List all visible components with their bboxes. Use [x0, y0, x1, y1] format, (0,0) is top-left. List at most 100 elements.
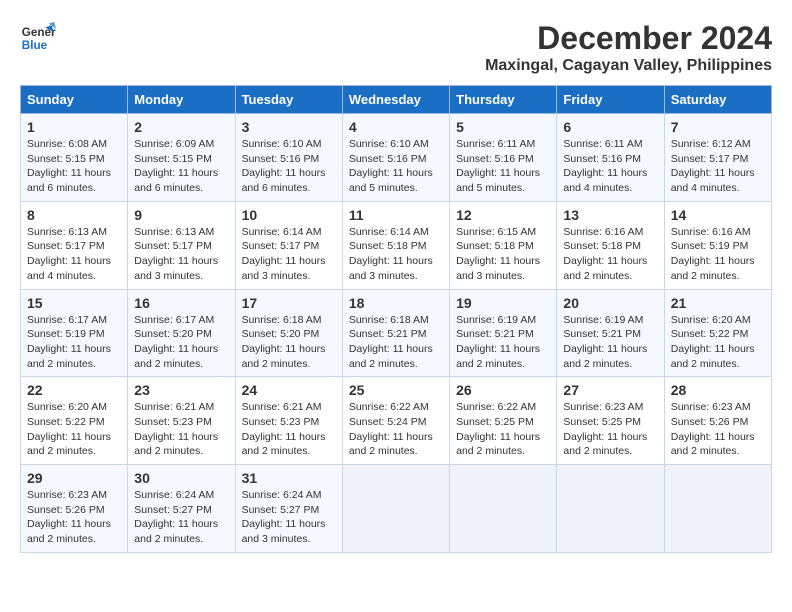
- day-header: Wednesday: [342, 86, 449, 114]
- day-header: Thursday: [450, 86, 557, 114]
- day-detail: Sunrise: 6:24 AMSunset: 5:27 PMDaylight:…: [242, 488, 336, 547]
- day-detail: Sunrise: 6:13 AMSunset: 5:17 PMDaylight:…: [27, 225, 121, 284]
- calendar-day-cell: 15 Sunrise: 6:17 AMSunset: 5:19 PMDayligh…: [21, 289, 128, 377]
- day-detail: Sunrise: 6:19 AMSunset: 5:21 PMDaylight:…: [456, 313, 550, 372]
- title-area: December 2024 Maxingal, Cagayan Valley, …: [485, 20, 772, 75]
- day-number: 6: [563, 119, 657, 135]
- calendar-day-cell: 9 Sunrise: 6:13 AMSunset: 5:17 PMDaylight…: [128, 201, 235, 289]
- day-number: 22: [27, 382, 121, 398]
- day-number: 10: [242, 207, 336, 223]
- calendar-day-cell: 4 Sunrise: 6:10 AMSunset: 5:16 PMDaylight…: [342, 114, 449, 202]
- day-detail: Sunrise: 6:22 AMSunset: 5:24 PMDaylight:…: [349, 400, 443, 459]
- day-detail: Sunrise: 6:18 AMSunset: 5:21 PMDaylight:…: [349, 313, 443, 372]
- day-header: Friday: [557, 86, 664, 114]
- day-number: 24: [242, 382, 336, 398]
- calendar-day-cell: 30 Sunrise: 6:24 AMSunset: 5:27 PMDayligh…: [128, 465, 235, 553]
- day-number: 29: [27, 470, 121, 486]
- day-number: 2: [134, 119, 228, 135]
- day-detail: Sunrise: 6:17 AMSunset: 5:20 PMDaylight:…: [134, 313, 228, 372]
- day-number: 23: [134, 382, 228, 398]
- calendar-header-row: SundayMondayTuesdayWednesdayThursdayFrid…: [21, 86, 772, 114]
- day-detail: Sunrise: 6:13 AMSunset: 5:17 PMDaylight:…: [134, 225, 228, 284]
- day-detail: Sunrise: 6:23 AMSunset: 5:26 PMDaylight:…: [671, 400, 765, 459]
- calendar-week-row: 8Sunrise: 6:13 AMSunset: 5:17 PMDaylight…: [21, 201, 772, 289]
- day-number: 4: [349, 119, 443, 135]
- day-number: 27: [563, 382, 657, 398]
- day-detail: Sunrise: 6:15 AMSunset: 5:18 PMDaylight:…: [456, 225, 550, 284]
- day-number: 9: [134, 207, 228, 223]
- day-detail: Sunrise: 6:20 AMSunset: 5:22 PMDaylight:…: [27, 400, 121, 459]
- day-detail: Sunrise: 6:23 AMSunset: 5:25 PMDaylight:…: [563, 400, 657, 459]
- day-header: Sunday: [21, 86, 128, 114]
- calendar-day-cell: [664, 465, 771, 553]
- location-title: Maxingal, Cagayan Valley, Philippines: [485, 57, 772, 75]
- calendar-day-cell: 27 Sunrise: 6:23 AMSunset: 5:25 PMDayligh…: [557, 377, 664, 465]
- day-detail: Sunrise: 6:08 AMSunset: 5:15 PMDaylight:…: [27, 137, 121, 196]
- day-number: 28: [671, 382, 765, 398]
- calendar-day-cell: 20 Sunrise: 6:19 AMSunset: 5:21 PMDayligh…: [557, 289, 664, 377]
- day-number: 17: [242, 295, 336, 311]
- day-number: 3: [242, 119, 336, 135]
- calendar-day-cell: 13Sunrise: 6:16 AMSunset: 5:18 PMDayligh…: [557, 201, 664, 289]
- header: General Blue December 2024 Maxingal, Cag…: [20, 20, 772, 75]
- calendar-body: 1 Sunrise: 6:08 AMSunset: 5:15 PMDaylight…: [21, 114, 772, 553]
- calendar-week-row: 1 Sunrise: 6:08 AMSunset: 5:15 PMDaylight…: [21, 114, 772, 202]
- day-detail: Sunrise: 6:21 AMSunset: 5:23 PMDaylight:…: [134, 400, 228, 459]
- calendar-day-cell: 7 Sunrise: 6:12 AMSunset: 5:17 PMDaylight…: [664, 114, 771, 202]
- day-detail: Sunrise: 6:21 AMSunset: 5:23 PMDaylight:…: [242, 400, 336, 459]
- calendar-day-cell: 25 Sunrise: 6:22 AMSunset: 5:24 PMDayligh…: [342, 377, 449, 465]
- day-number: 21: [671, 295, 765, 311]
- day-number: 5: [456, 119, 550, 135]
- day-detail: Sunrise: 6:20 AMSunset: 5:22 PMDaylight:…: [671, 313, 765, 372]
- day-number: 30: [134, 470, 228, 486]
- calendar-day-cell: 6 Sunrise: 6:11 AMSunset: 5:16 PMDaylight…: [557, 114, 664, 202]
- logo-icon: General Blue: [20, 20, 56, 56]
- calendar-week-row: 29Sunrise: 6:23 AMSunset: 5:26 PMDayligh…: [21, 465, 772, 553]
- day-number: 7: [671, 119, 765, 135]
- day-detail: Sunrise: 6:22 AMSunset: 5:25 PMDaylight:…: [456, 400, 550, 459]
- calendar-day-cell: [342, 465, 449, 553]
- calendar-day-cell: 3Sunrise: 6:10 AMSunset: 5:16 PMDaylight…: [235, 114, 342, 202]
- calendar-week-row: 15 Sunrise: 6:17 AMSunset: 5:19 PMDayligh…: [21, 289, 772, 377]
- day-detail: Sunrise: 6:09 AMSunset: 5:15 PMDaylight:…: [134, 137, 228, 196]
- svg-text:Blue: Blue: [22, 39, 48, 52]
- calendar-table: SundayMondayTuesdayWednesdayThursdayFrid…: [20, 85, 772, 553]
- calendar-day-cell: 11 Sunrise: 6:14 AMSunset: 5:18 PMDayligh…: [342, 201, 449, 289]
- day-detail: Sunrise: 6:12 AMSunset: 5:17 PMDaylight:…: [671, 137, 765, 196]
- day-detail: Sunrise: 6:10 AMSunset: 5:16 PMDaylight:…: [349, 137, 443, 196]
- day-detail: Sunrise: 6:19 AMSunset: 5:21 PMDaylight:…: [563, 313, 657, 372]
- calendar-day-cell: 2 Sunrise: 6:09 AMSunset: 5:15 PMDaylight…: [128, 114, 235, 202]
- calendar-day-cell: 1 Sunrise: 6:08 AMSunset: 5:15 PMDaylight…: [21, 114, 128, 202]
- day-detail: Sunrise: 6:11 AMSunset: 5:16 PMDaylight:…: [456, 137, 550, 196]
- day-number: 1: [27, 119, 121, 135]
- day-number: 26: [456, 382, 550, 398]
- day-number: 31: [242, 470, 336, 486]
- logo: General Blue: [20, 20, 56, 56]
- calendar-day-cell: [450, 465, 557, 553]
- day-number: 16: [134, 295, 228, 311]
- day-number: 12: [456, 207, 550, 223]
- day-detail: Sunrise: 6:14 AMSunset: 5:17 PMDaylight:…: [242, 225, 336, 284]
- day-detail: Sunrise: 6:11 AMSunset: 5:16 PMDaylight:…: [563, 137, 657, 196]
- calendar-day-cell: 31 Sunrise: 6:24 AMSunset: 5:27 PMDayligh…: [235, 465, 342, 553]
- day-number: 11: [349, 207, 443, 223]
- day-number: 19: [456, 295, 550, 311]
- day-number: 20: [563, 295, 657, 311]
- calendar-day-cell: 23 Sunrise: 6:21 AMSunset: 5:23 PMDayligh…: [128, 377, 235, 465]
- day-detail: Sunrise: 6:14 AMSunset: 5:18 PMDaylight:…: [349, 225, 443, 284]
- calendar-day-cell: 18 Sunrise: 6:18 AMSunset: 5:21 PMDayligh…: [342, 289, 449, 377]
- day-detail: Sunrise: 6:18 AMSunset: 5:20 PMDaylight:…: [242, 313, 336, 372]
- calendar-day-cell: 14Sunrise: 6:16 AMSunset: 5:19 PMDayligh…: [664, 201, 771, 289]
- day-detail: Sunrise: 6:16 AMSunset: 5:18 PMDaylight:…: [563, 225, 657, 284]
- calendar-day-cell: 22 Sunrise: 6:20 AMSunset: 5:22 PMDayligh…: [21, 377, 128, 465]
- calendar-day-cell: 28 Sunrise: 6:23 AMSunset: 5:26 PMDayligh…: [664, 377, 771, 465]
- calendar-day-cell: 10 Sunrise: 6:14 AMSunset: 5:17 PMDayligh…: [235, 201, 342, 289]
- day-detail: Sunrise: 6:24 AMSunset: 5:27 PMDaylight:…: [134, 488, 228, 547]
- day-number: 18: [349, 295, 443, 311]
- day-detail: Sunrise: 6:17 AMSunset: 5:19 PMDaylight:…: [27, 313, 121, 372]
- day-number: 25: [349, 382, 443, 398]
- month-title: December 2024: [485, 20, 772, 57]
- calendar-day-cell: 26 Sunrise: 6:22 AMSunset: 5:25 PMDayligh…: [450, 377, 557, 465]
- day-number: 15: [27, 295, 121, 311]
- day-number: 14: [671, 207, 765, 223]
